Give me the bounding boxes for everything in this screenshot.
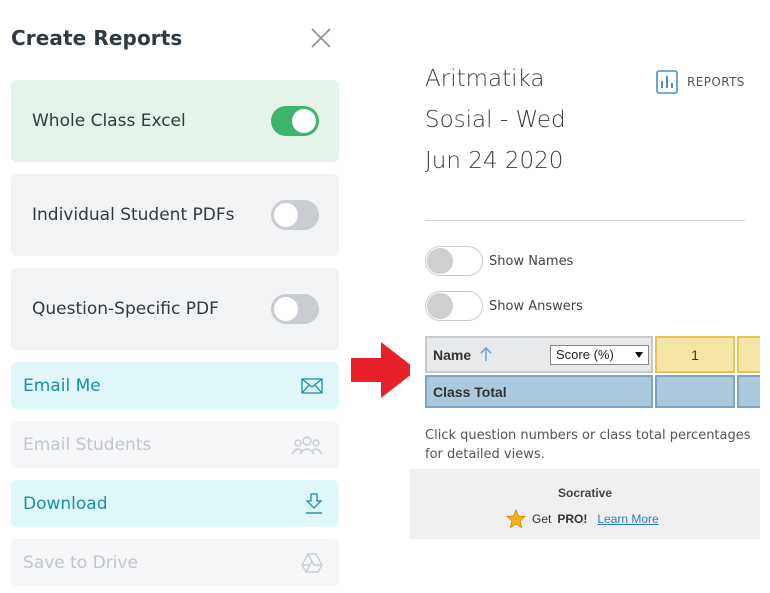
people-icon xyxy=(291,435,323,454)
whole-class-excel-toggle[interactable] xyxy=(271,106,319,136)
brand-name: Socrative xyxy=(557,486,613,500)
close-icon[interactable] xyxy=(309,26,333,50)
red-arrow-icon xyxy=(351,342,417,398)
option-label: Question-Specific PDF xyxy=(32,299,219,319)
show-names-label: Show Names xyxy=(489,253,574,269)
divider xyxy=(425,220,745,221)
score-select[interactable]: Score (%) xyxy=(550,345,649,365)
bar-chart-icon xyxy=(656,70,678,94)
show-answers-toggle[interactable] xyxy=(425,291,483,321)
class-total-cell-2[interactable] xyxy=(737,375,760,408)
results-table: Name Score (%) 1 Class Total xyxy=(425,336,760,408)
download-button[interactable]: Download xyxy=(11,480,339,527)
envelope-icon xyxy=(301,377,323,394)
score-select-value: Score (%) xyxy=(556,347,614,362)
option-label: Whole Class Excel xyxy=(32,111,186,131)
show-names-toggle[interactable] xyxy=(425,246,483,276)
class-total-label: Class Total xyxy=(433,384,507,400)
promo-prefix: Get xyxy=(532,512,552,526)
option-label: Individual Student PDFs xyxy=(32,205,235,225)
action-label: Email Me xyxy=(23,375,101,396)
hint-text: Click question numbers or class total pe… xyxy=(425,428,751,462)
sort-arrow-up-icon[interactable] xyxy=(480,346,492,362)
action-label: Download xyxy=(23,493,108,514)
email-me-button[interactable]: Email Me xyxy=(11,362,339,409)
quiz-title: Aritmatika xyxy=(425,66,545,92)
individual-student-pdfs-toggle[interactable] xyxy=(271,200,319,230)
promo-pro: PRO! xyxy=(557,512,588,526)
show-answers-row: Show Answers xyxy=(425,291,583,321)
toggle-knob xyxy=(427,293,453,319)
question-header-2[interactable] xyxy=(737,336,760,373)
reports-label: REPORTS xyxy=(687,75,745,89)
save-to-drive-button[interactable]: Save to Drive xyxy=(11,539,339,586)
show-answers-label: Show Answers xyxy=(489,298,583,314)
class-total-label-cell: Class Total xyxy=(425,375,653,408)
toggle-knob xyxy=(292,109,316,133)
drive-icon xyxy=(301,552,323,573)
footer: Socrative Get PRO! Learn More xyxy=(410,469,760,539)
name-header: Name Score (%) xyxy=(425,336,653,373)
email-students-button[interactable]: Email Students xyxy=(11,421,339,468)
action-label: Email Students xyxy=(23,434,152,455)
class-total-cell-1[interactable] xyxy=(655,375,735,408)
name-header-label: Name xyxy=(433,347,472,363)
toggle-knob xyxy=(427,248,453,274)
question-specific-pdf-toggle[interactable] xyxy=(271,294,319,324)
quiz-class: Sosial - Wed xyxy=(425,107,566,133)
report-preview: Aritmatika Sosial - Wed Jun 24 2020 REPO… xyxy=(410,52,770,593)
action-label: Save to Drive xyxy=(23,552,138,573)
star-icon xyxy=(506,509,526,529)
toggle-knob xyxy=(274,297,298,321)
panel-title: Create Reports xyxy=(11,26,183,50)
show-names-row: Show Names xyxy=(425,246,573,276)
pro-promo: Get PRO! Learn More xyxy=(506,509,659,529)
quiz-date: Jun 24 2020 xyxy=(425,148,564,174)
question-header-1[interactable]: 1 xyxy=(655,336,735,373)
option-individual-student-pdfs[interactable]: Individual Student PDFs xyxy=(11,174,339,256)
option-question-specific-pdf[interactable]: Question-Specific PDF xyxy=(11,268,339,350)
download-icon xyxy=(305,492,323,514)
create-reports-panel: Create Reports Whole Class Excel Individ… xyxy=(0,0,352,593)
reports-button[interactable]: REPORTS xyxy=(656,70,745,94)
option-whole-class-excel[interactable]: Whole Class Excel xyxy=(11,80,339,162)
caret-down-icon xyxy=(635,352,643,358)
toggle-knob xyxy=(274,203,298,227)
learn-more-link[interactable]: Learn More xyxy=(597,512,658,526)
